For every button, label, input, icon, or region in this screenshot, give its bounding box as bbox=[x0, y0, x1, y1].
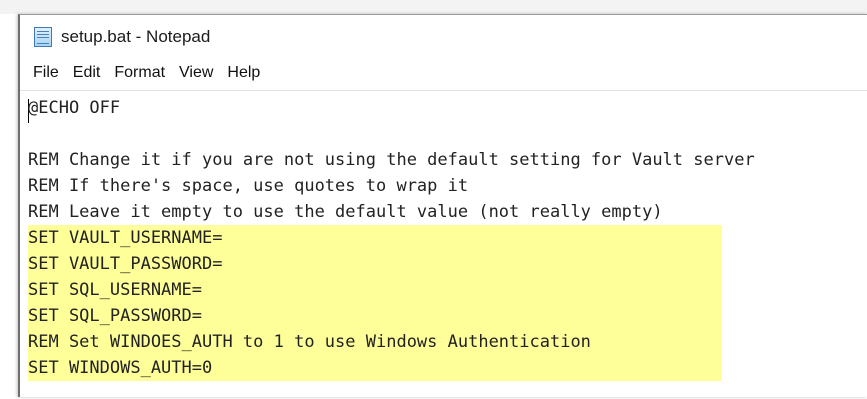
background-window-strip bbox=[0, 0, 867, 14]
menu-file[interactable]: File bbox=[26, 62, 66, 84]
window-title: setup.bat - Notepad bbox=[61, 27, 211, 46]
editor-line-highlighted: SET VAULT_PASSWORD= bbox=[28, 251, 722, 277]
editor-line-highlighted: SET VAULT_USERNAME= bbox=[28, 225, 722, 251]
menu-view[interactable]: View bbox=[172, 62, 220, 84]
menu-format[interactable]: Format bbox=[107, 62, 172, 84]
editor-line-highlighted: SET SQL_PASSWORD= bbox=[28, 303, 722, 329]
notepad-icon bbox=[34, 27, 52, 47]
editor-line-highlighted: REM Set WINDOES_AUTH to 1 to use Windows… bbox=[28, 329, 722, 355]
editor-line: REM If there's space, use quotes to wrap… bbox=[28, 176, 469, 196]
editor-line: @ECHO OFF bbox=[28, 98, 121, 118]
editor-line: REM Change it if you are not using the d… bbox=[28, 150, 755, 170]
editor-line-highlighted: SET SQL_USERNAME= bbox=[28, 277, 722, 303]
editor-line: REM Leave it empty to use the default va… bbox=[28, 202, 663, 222]
menu-help[interactable]: Help bbox=[220, 62, 267, 84]
menu-edit[interactable]: Edit bbox=[66, 62, 108, 84]
notepad-window[interactable]: setup.bat - Notepad File Edit Format Vie… bbox=[18, 14, 867, 397]
menu-bar: File Edit Format View Help bbox=[20, 59, 867, 87]
editor-line-highlighted: SET WINDOWS_AUTH=0 bbox=[28, 355, 722, 381]
text-editor[interactable]: @ECHO OFF REM Change it if you are not u… bbox=[20, 90, 867, 396]
title-bar[interactable]: setup.bat - Notepad bbox=[20, 15, 867, 59]
